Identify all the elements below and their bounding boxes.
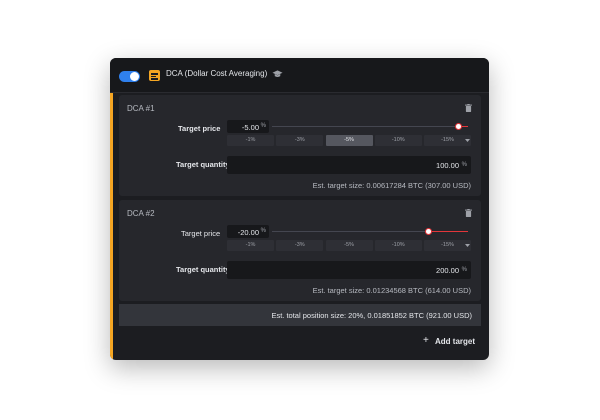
chevron-down-icon[interactable] [464, 243, 471, 248]
dca-target-card-1: DCA #1 Target price -5.00 % -1% -3% -5% -10… [119, 95, 481, 196]
target-size-estimate: Est. target size: 0.00617284 BTC (307.00… [312, 181, 471, 190]
target-price-slider[interactable] [272, 123, 468, 130]
dca-target-card-2: DCA #2 Target price -20.00 % -1% -3% -5% -1… [119, 200, 481, 301]
target-price-slider[interactable] [272, 228, 468, 235]
trash-icon[interactable] [465, 104, 472, 112]
preset-button[interactable]: -10% [374, 240, 422, 251]
slider-fill [428, 231, 468, 232]
strategy-logo-icon [149, 70, 160, 81]
total-position-text: Est. total position size: 20%, 0.0185185… [271, 311, 472, 320]
preset-buttons: -1% -3% -5% -10% -15% [227, 240, 471, 251]
percent-unit: % [260, 228, 266, 234]
target-price-input[interactable]: -20.00 % [227, 225, 269, 238]
trash-icon[interactable] [465, 209, 472, 217]
target-card-label: DCA #2 [127, 209, 155, 218]
slider-thumb[interactable] [454, 123, 462, 130]
preset-button[interactable]: -1% [227, 135, 274, 146]
add-target-label: Add target [435, 337, 475, 346]
percent-unit: % [461, 267, 467, 273]
preset-button[interactable]: -5% [325, 240, 373, 251]
preset-buttons: -1% -3% -5% -10% -15% [227, 135, 471, 146]
preset-button[interactable]: -3% [276, 240, 324, 251]
target-quantity-value: 200.00 [436, 266, 459, 275]
target-price-value: -20.00 [237, 228, 259, 237]
target-quantity-input[interactable]: 200.00 % [227, 261, 471, 279]
dca-enable-toggle[interactable] [119, 71, 140, 82]
dca-panel: DCA (Dollar Cost Averaging) DCA #1 Targe… [110, 58, 489, 360]
graduation-cap-icon[interactable] [272, 69, 283, 79]
preset-button[interactable]: -10% [374, 135, 422, 146]
target-quantity-label: Target quantity [176, 160, 230, 169]
target-price-value: -5.00 [241, 123, 259, 132]
target-price-input[interactable]: -5.00 % [227, 120, 269, 133]
target-price-label: Target price [178, 124, 221, 133]
slider-thumb[interactable] [425, 228, 433, 235]
add-target-button[interactable]: + Add target [423, 335, 475, 347]
preset-button[interactable]: -3% [276, 135, 324, 146]
target-size-estimate: Est. target size: 0.01234568 BTC (614.00… [312, 286, 471, 295]
preset-button[interactable]: -1% [227, 240, 274, 251]
target-quantity-label: Target quantity [176, 265, 230, 274]
total-position-summary: Est. total position size: 20%, 0.0185185… [119, 304, 481, 326]
percent-unit: % [461, 162, 467, 168]
accent-bar [110, 93, 113, 360]
panel-header: DCA (Dollar Cost Averaging) [110, 58, 489, 93]
panel-title: DCA (Dollar Cost Averaging) [166, 69, 268, 78]
chevron-down-icon[interactable] [464, 138, 471, 143]
plus-icon: + [423, 335, 429, 346]
target-price-label: Target price [181, 229, 221, 238]
target-quantity-value: 100.00 [436, 161, 459, 170]
percent-unit: % [260, 123, 266, 129]
preset-button[interactable]: -5% [325, 135, 373, 146]
toggle-knob [130, 72, 139, 81]
target-quantity-input[interactable]: 100.00 % [227, 156, 471, 174]
target-card-label: DCA #1 [127, 104, 155, 113]
